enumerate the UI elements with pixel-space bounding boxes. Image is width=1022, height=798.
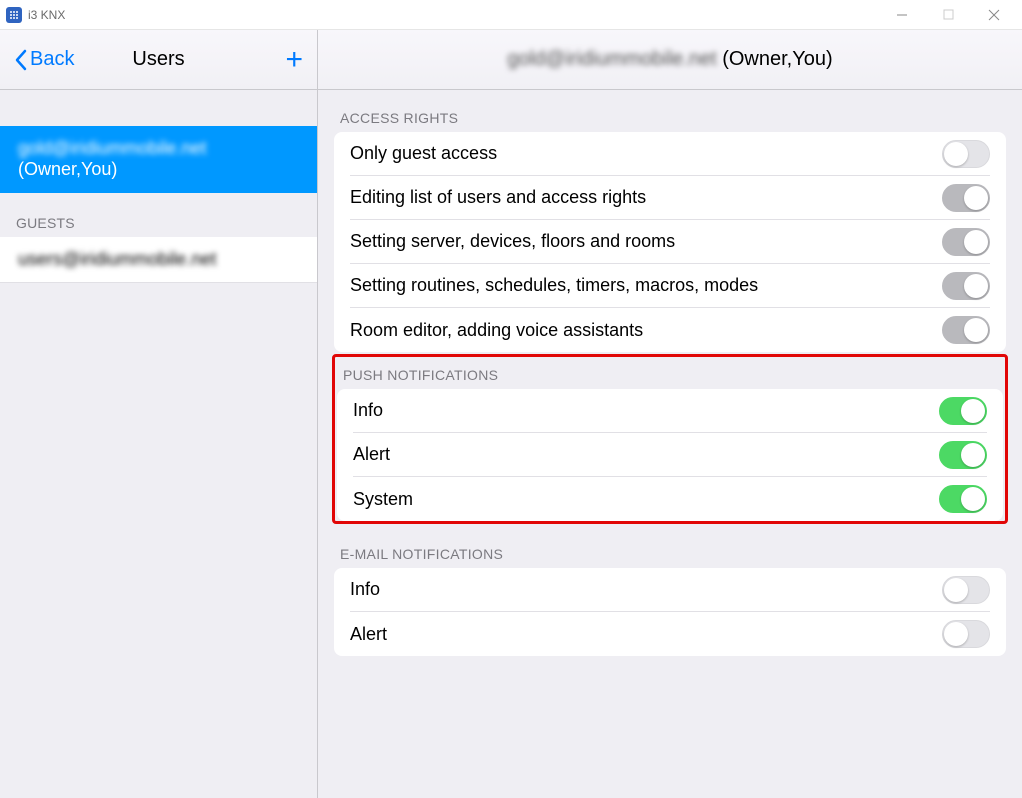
setting-label: Setting server, devices, floors and room… — [350, 231, 675, 252]
setting-row: Info — [353, 389, 987, 433]
sidebar-item-email: users@iridiummobile.net — [18, 249, 216, 269]
detail-header-email: gold@iridiummobile.net — [507, 48, 716, 71]
setting-row: Setting routines, schedules, timers, mac… — [350, 264, 990, 308]
setting-row: Only guest access — [350, 132, 990, 176]
detail-header: gold@iridiummobile.net (Owner,You) — [318, 30, 1022, 89]
detail-header-role: (Owner,You) — [722, 48, 832, 71]
detail-content: ACCESS RIGHTS Only guest access Editing … — [318, 90, 1022, 798]
sidebar-guests-header: GUESTS — [0, 193, 317, 237]
minimize-button[interactable] — [888, 4, 916, 26]
chevron-left-icon — [14, 49, 28, 71]
toggle-setting-routines[interactable] — [942, 272, 990, 300]
sidebar-item-email: gold@iridiummobile.net — [18, 138, 206, 158]
section-header-email: E-MAIL NOTIFICATIONS — [334, 526, 1006, 568]
setting-label: Room editor, adding voice assistants — [350, 320, 643, 341]
app-icon — [6, 7, 22, 23]
setting-label: Alert — [353, 444, 390, 465]
setting-row: System — [353, 477, 987, 521]
highlighted-section: PUSH NOTIFICATIONS Info Alert System — [332, 354, 1008, 524]
section-email: Info Alert — [334, 568, 1006, 656]
sidebar-item-role: (Owner,You) — [18, 159, 117, 179]
section-push: Info Alert System — [337, 389, 1003, 521]
setting-label: Alert — [350, 624, 387, 645]
setting-label: System — [353, 489, 413, 510]
toggle-editing-users[interactable] — [942, 184, 990, 212]
close-button[interactable] — [980, 4, 1008, 26]
back-button[interactable]: Back — [14, 48, 74, 71]
setting-row: Room editor, adding voice assistants — [350, 308, 990, 352]
setting-row: Alert — [350, 612, 990, 656]
toggle-room-editor[interactable] — [942, 316, 990, 344]
toggle-push-system[interactable] — [939, 485, 987, 513]
add-user-button[interactable]: + — [285, 45, 303, 75]
titlebar: i3 KNX — [0, 0, 1022, 30]
toggle-setting-server[interactable] — [942, 228, 990, 256]
toggle-push-alert[interactable] — [939, 441, 987, 469]
setting-label: Info — [350, 579, 380, 600]
setting-row: Info — [350, 568, 990, 612]
toggle-push-info[interactable] — [939, 397, 987, 425]
setting-label: Editing list of users and access rights — [350, 187, 646, 208]
setting-row: Editing list of users and access rights — [350, 176, 990, 220]
app-title: i3 KNX — [28, 8, 65, 22]
setting-label: Setting routines, schedules, timers, mac… — [350, 275, 758, 296]
toggle-email-info[interactable] — [942, 576, 990, 604]
toggle-email-alert[interactable] — [942, 620, 990, 648]
maximize-button[interactable] — [934, 4, 962, 26]
sidebar-item-guest[interactable]: users@iridiummobile.net — [0, 237, 317, 283]
setting-label: Only guest access — [350, 143, 497, 164]
topnav: Back Users + gold@iridiummobile.net (Own… — [0, 30, 1022, 90]
section-access-rights: Only guest access Editing list of users … — [334, 132, 1006, 352]
section-header-push: PUSH NOTIFICATIONS — [337, 357, 1003, 389]
toggle-only-guest-access[interactable] — [942, 140, 990, 168]
setting-row: Setting server, devices, floors and room… — [350, 220, 990, 264]
sidebar-item-owner[interactable]: gold@iridiummobile.net (Owner,You) — [0, 126, 317, 193]
setting-label: Info — [353, 400, 383, 421]
setting-row: Alert — [353, 433, 987, 477]
sidebar: gold@iridiummobile.net (Owner,You) GUEST… — [0, 90, 318, 798]
section-header-access-rights: ACCESS RIGHTS — [334, 90, 1006, 132]
back-label: Back — [30, 48, 74, 71]
